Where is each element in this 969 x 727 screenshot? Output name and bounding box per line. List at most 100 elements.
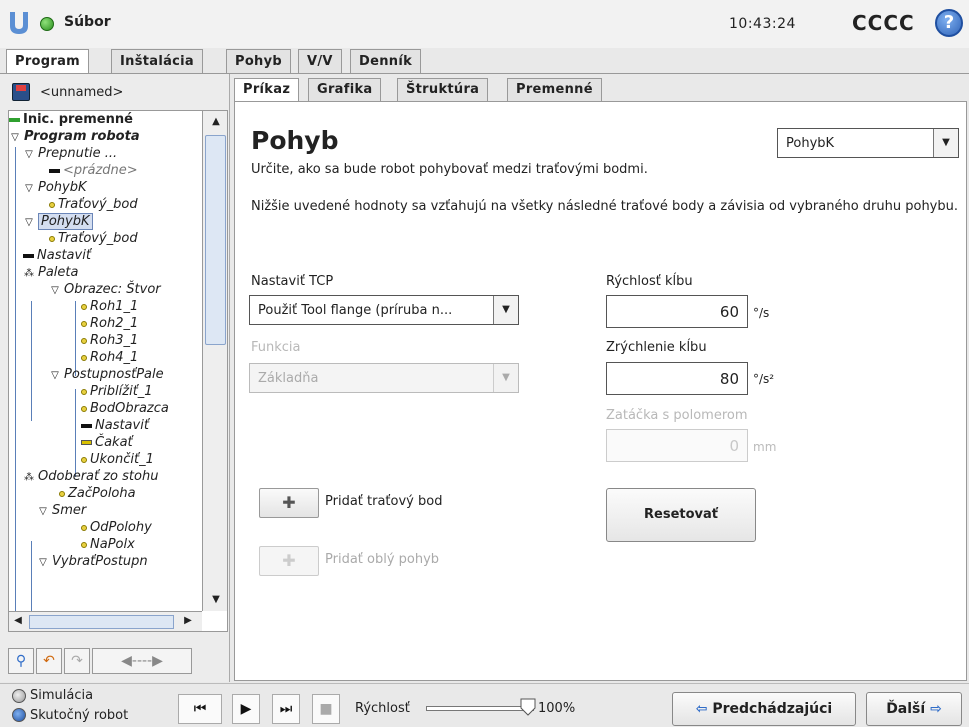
tree-item[interactable]: Roh4_1	[81, 350, 138, 367]
page-title: Pohyb	[251, 126, 339, 155]
file-menu[interactable]: Súbor	[64, 14, 111, 30]
tree-item[interactable]: Roh3_1	[81, 333, 138, 350]
undo-icon[interactable]: ↶	[36, 648, 62, 674]
triangle-down-icon: ▽	[25, 149, 33, 160]
tree-item[interactable]: ▽ PohybK	[23, 180, 86, 197]
motion-type-select[interactable]: PohybK ▼	[777, 128, 959, 158]
add-waypoint-label[interactable]: Pridať traťový bod	[325, 494, 442, 509]
tree-item[interactable]: OdPolohy	[81, 520, 152, 537]
redo-icon[interactable]: ↷	[64, 648, 90, 674]
tree-toolbar: ⚲ ↶ ↷ ◀‐‐‐‐▶	[8, 648, 228, 676]
tree-item[interactable]: Nastaviť	[81, 418, 149, 435]
tcp-select[interactable]: Použiť Tool flange (príruba n... ▼	[249, 295, 519, 325]
add-waypoint-button[interactable]: ✚	[259, 488, 319, 518]
tree-item[interactable]: ⁂ Paleta	[23, 265, 78, 282]
joint-accel-label: Zrýchlenie kĺbu	[606, 340, 707, 355]
plus-icon: ✚	[282, 493, 296, 512]
chevron-down-icon: ▼	[933, 129, 958, 157]
slider-knob-icon[interactable]	[520, 698, 536, 716]
tree-item[interactable]: Ukončiť_1	[81, 452, 154, 469]
feature-label: Funkcia	[251, 340, 301, 355]
tab-command[interactable]: Príkaz	[234, 78, 300, 103]
waypoint-icon	[49, 235, 55, 242]
help-icon[interactable]: ?	[935, 9, 963, 37]
tree-item[interactable]: ⁂ Odoberať zo stohu	[23, 469, 158, 486]
scroll-right-icon[interactable]: ▶	[179, 612, 197, 630]
blend-radius-input[interactable]: 0	[606, 429, 748, 462]
stop-icon[interactable]: ■	[312, 694, 340, 724]
play-icon[interactable]: ▶	[232, 694, 260, 724]
previous-button[interactable]: ⇦ Predchádzajúci	[672, 692, 856, 726]
speed-slider[interactable]	[426, 706, 534, 711]
speed-label: Rýchlosť	[355, 701, 410, 716]
waypoint-icon	[81, 524, 87, 531]
tree-item[interactable]: ▽ Obrazec: Štvor	[49, 282, 160, 299]
tree-item[interactable]: ZačPoloha	[59, 486, 136, 503]
waypoint-icon	[59, 490, 65, 497]
tab-program[interactable]: Program	[6, 49, 90, 75]
tab-move[interactable]: Pohyb	[226, 49, 291, 73]
simulation-radio[interactable]	[12, 689, 26, 703]
waypoint-icon	[81, 541, 87, 548]
tree-item-init-vars[interactable]: Inic. premenné	[9, 112, 133, 129]
add-circle-move-label[interactable]: Pridať oblý pohyb	[325, 552, 439, 567]
real-robot-radio[interactable]	[12, 708, 26, 722]
tree-item[interactable]: Priblížiť_1	[81, 384, 153, 401]
tree-item[interactable]: Nastaviť	[23, 248, 91, 265]
scroll-thumb-h[interactable]	[29, 615, 174, 629]
waypoint-icon	[81, 337, 87, 344]
feature-select[interactable]: Základňa ▼	[249, 363, 519, 393]
note: Nižšie uvedené hodnoty sa vzťahujú na vš…	[251, 199, 959, 214]
real-robot-label: Skutočný robot	[30, 708, 129, 723]
triangle-down-icon: ▽	[25, 217, 33, 228]
tree-item[interactable]: ▽ Prepnutie ...	[23, 146, 117, 163]
tab-graphics[interactable]: Grafika	[308, 78, 382, 102]
scroll-left-icon[interactable]: ◀	[9, 612, 27, 630]
scroll-up-icon[interactable]: ▲	[207, 113, 225, 131]
search-icon[interactable]: ⚲	[8, 648, 34, 674]
program-tree[interactable]: Inic. premenné ▽ Program robota ▽ Prepnuti…	[8, 110, 228, 632]
bottom-bar: Simulácia Skutočný robot ⏮ ▶ ⏭ ■ Rýchlos…	[0, 683, 969, 727]
tree-item-robot-program[interactable]: ▽ Program robota	[9, 129, 139, 146]
tree-horizontal-scrollbar[interactable]: ◀ ▶	[9, 611, 202, 631]
add-circle-move-button[interactable]: ✚	[259, 546, 319, 576]
scroll-down-icon[interactable]: ▼	[207, 591, 225, 609]
tree-item[interactable]: Traťový_bod	[49, 231, 138, 248]
simulation-label: Simulácia	[30, 688, 94, 703]
joint-accel-unit: °/s²	[753, 372, 775, 386]
tree-item[interactable]: Traťový_bod	[49, 197, 138, 214]
tree-item[interactable]: ▽ Smer	[37, 503, 86, 520]
joint-accel-input[interactable]: 80	[606, 362, 748, 395]
tab-structure[interactable]: Štruktúra	[397, 78, 489, 102]
tree-item[interactable]: NaPolx	[81, 537, 135, 554]
save-icon[interactable]	[12, 83, 30, 101]
move-arrows-icon[interactable]: ◀‐‐‐‐▶	[92, 648, 192, 674]
waypoint-icon	[81, 303, 87, 310]
tab-installation[interactable]: Inštalácia	[111, 49, 203, 73]
tree-item[interactable]: Roh2_1	[81, 316, 138, 333]
tree-item[interactable]: ▽ PostupnosťPale	[49, 367, 164, 384]
joint-speed-input[interactable]: 60	[606, 295, 748, 328]
reset-button[interactable]: Resetovať	[606, 488, 756, 542]
speed-value: 100%	[538, 701, 576, 716]
tab-variables[interactable]: Premenné	[507, 78, 602, 102]
next-button[interactable]: Ďalší ⇨	[866, 692, 962, 726]
arrow-left-icon: ⇦	[695, 701, 708, 717]
pallet-icon: ⁂	[24, 472, 34, 483]
ur-logo-icon	[10, 12, 28, 34]
tab-io[interactable]: V/V	[298, 49, 342, 73]
blend-radius-label: Zatáčka s polomerom	[606, 408, 748, 423]
tree-item[interactable]: <prázdne>	[49, 163, 138, 180]
tree-item[interactable]: ▽ VybraťPostupn	[37, 554, 148, 571]
tree-item[interactable]: Roh1_1	[81, 299, 138, 316]
tree-item[interactable]: Čakať	[81, 435, 133, 452]
tree-item-selected[interactable]: ▽ PohybK	[23, 213, 93, 231]
description: Určite, ako sa bude robot pohybovať medz…	[251, 162, 648, 177]
clock: 10:43:24	[729, 16, 796, 32]
step-icon[interactable]: ⏭	[272, 694, 300, 724]
tree-item[interactable]: BodObrazca	[81, 401, 169, 418]
skip-back-icon[interactable]: ⏮	[178, 694, 222, 724]
tree-vertical-scrollbar[interactable]: ▲ ▼	[202, 111, 227, 611]
tab-log[interactable]: Denník	[350, 49, 422, 73]
scroll-thumb[interactable]	[205, 135, 226, 345]
